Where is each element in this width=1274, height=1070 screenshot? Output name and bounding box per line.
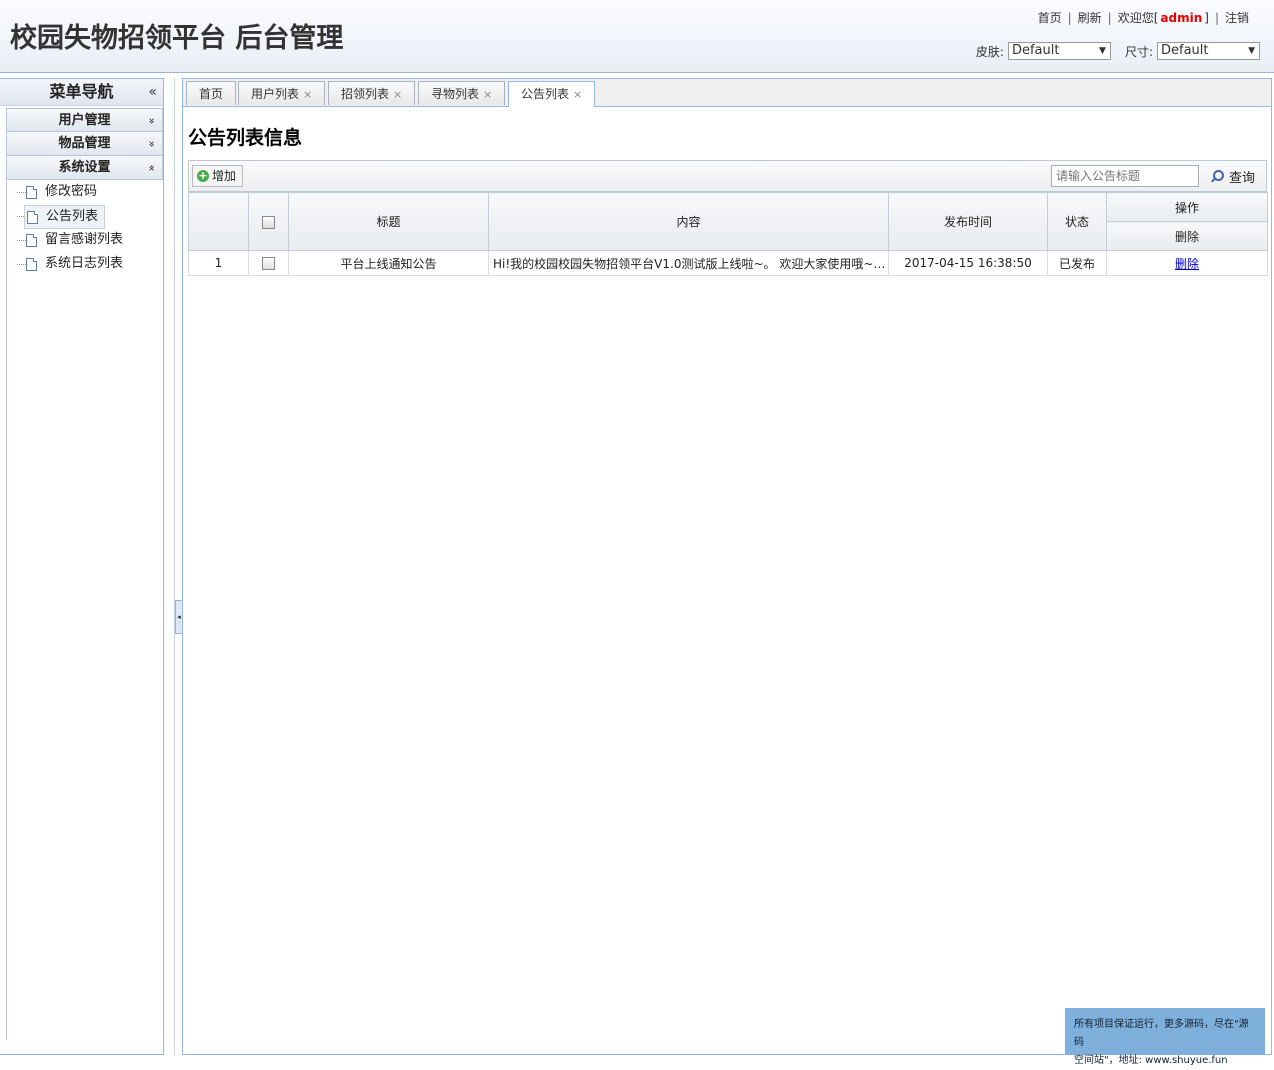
separator: | [1214,11,1219,25]
skin-label: 皮肤: [975,44,1004,59]
select-all-checkbox[interactable] [262,215,275,229]
tab-label: 招领列表 [341,87,390,101]
row-time: 2017-04-15 16:38:50 [888,250,1048,276]
sidebar-item-change-password[interactable]: 修改密码 [24,181,103,203]
collapse-sidebar-icon[interactable]: « [148,79,157,105]
divider [174,78,175,1055]
skin-value: Default [1011,43,1060,58]
logout-link[interactable]: 注销 [1225,11,1249,25]
home-link[interactable]: 首页 [1038,11,1062,25]
main-panel: 首页 用户列表× 招领列表× 寻物列表× 公告列表× 公告列表信息 + 增加 查… [182,78,1272,1055]
theme-row: 皮肤: Default ▼ 尺寸: Default ▼ [976,42,1260,60]
promo-line: 所有项目保证运行，更多源码，尽在"源码 [1074,1019,1249,1048]
ops-sub-header: 删除 [1106,221,1268,251]
notice-table: 标题 内容 发布时间 状态 操作 删除 1 平台上线通知公告 Hi!我的校园校园… [188,192,1268,276]
sidebar-item-label: 公告列表 [46,209,99,224]
settings-tree: 修改密码 公告列表 留言感谢列表 系统日志列表 [6,180,163,1040]
delete-link[interactable]: 删除 [1175,257,1199,271]
title-header[interactable]: 标题 [288,192,489,251]
close-icon[interactable]: × [573,88,582,101]
dropdown-arrow-icon: ▼ [1099,46,1106,56]
tab-notice-list[interactable]: 公告列表 × [508,81,596,107]
size-select[interactable]: Default ▼ [1157,42,1260,60]
sidebar-item-label: 修改密码 [45,184,98,199]
row-title: 平台上线通知公告 [288,250,489,276]
sidebar-item-thanks-list[interactable]: 留言感谢列表 [24,229,129,251]
close-icon[interactable]: × [303,88,312,101]
tab-claim-list[interactable]: 招领列表 × [328,81,416,105]
skin-select[interactable]: Default ▼ [1007,42,1111,60]
sidebar-item-notice-list[interactable]: 公告列表 [24,205,106,229]
table-row[interactable]: 1 平台上线通知公告 Hi!我的校园校园失物招领平台V1.0测试版上线啦~。 欢… [188,250,1268,276]
close-icon[interactable]: × [393,88,402,101]
grid-toolbar: + 增加 查询 [188,160,1267,192]
size-label: 尺寸: [1124,44,1153,59]
page-title: 公告列表信息 [188,127,303,149]
ops-header: 操作 [1106,192,1268,222]
menu-group-label: 物品管理 [58,136,111,151]
sidebar-item-label: 留言感谢列表 [45,232,124,247]
tab-lost-list[interactable]: 寻物列表 × [418,81,506,105]
promo-note: 所有项目保证运行，更多源码，尽在"源码 空间站"，地址: www.shuyue.… [1065,1008,1265,1066]
sidebar-item-log-list[interactable]: 系统日志列表 [24,253,129,275]
menu-group-item-management[interactable]: 物品管理 » [6,132,163,156]
dropdown-arrow-icon: ▼ [1248,46,1255,56]
row-checkbox[interactable] [262,257,275,270]
menu-group-label: 用户管理 [58,113,111,128]
index-header [188,192,249,251]
add-button[interactable]: + 增加 [192,165,244,187]
separator: | [1067,11,1072,25]
time-header[interactable]: 发布时间 [888,192,1048,251]
row-status: 已发布 [1047,250,1107,276]
document-icon [26,185,37,199]
select-all-header [248,192,289,251]
add-label: 增加 [212,169,237,183]
tab-user-list[interactable]: 用户列表 × [238,81,326,105]
refresh-link[interactable]: 刷新 [1078,11,1102,25]
tab-label: 寻物列表 [431,87,480,101]
tab-label: 用户列表 [251,87,300,101]
document-icon [27,210,38,224]
sidebar: 菜单导航 « 用户管理 » 物品管理 » 系统设置 « 修改密码 公告列表 留言… [0,78,164,1055]
menu-group-system-settings[interactable]: 系统设置 « [6,156,163,180]
search-label: 查询 [1229,171,1256,186]
welcome-prefix: 欢迎您[ [1117,11,1159,25]
expand-icon: » [145,117,159,125]
row-actions: 删除 [1106,250,1268,276]
menu-group-user-management[interactable]: 用户管理 » [6,108,163,132]
size-value: Default [1161,43,1209,58]
tab-label: 首页 [199,87,224,101]
close-icon[interactable]: × [483,88,492,101]
search-button[interactable]: 查询 [1213,167,1255,186]
row-index: 1 [188,250,249,276]
separator: | [1107,11,1112,25]
tab-bar: 首页 用户列表 × 招领列表 × 寻物列表 × 公告列表 × [183,79,1271,107]
document-icon [26,233,37,247]
tab-home[interactable]: 首页 [186,81,237,105]
row-select-cell [248,250,289,276]
welcome-suffix: ] [1204,11,1209,25]
sidebar-title: 菜单导航 [49,82,114,101]
tab-label: 公告列表 [521,87,570,101]
collapse-icon: « [145,164,159,172]
top-links: 首页 | 刷新 | 欢迎您[admin] | 注销 [1037,9,1250,26]
current-user: admin [1160,11,1203,25]
sidebar-header: 菜单导航 « [0,79,163,106]
plus-icon: + [197,169,209,182]
app-title: 校园失物招领平台 后台管理 [10,23,344,54]
app-header: 校园失物招领平台 后台管理 首页 | 刷新 | 欢迎您[admin] | 注销 皮肤: De… [0,0,1274,73]
menu-group-label: 系统设置 [58,160,111,175]
status-header[interactable]: 状态 [1047,192,1107,251]
search-input[interactable] [1051,165,1199,187]
document-icon [26,257,37,271]
sidebar-item-label: 系统日志列表 [45,256,124,271]
search-icon [1213,170,1224,181]
row-content: Hi!我的校园校园失物招领平台V1.0测试版上线啦~。 欢迎大家使用哦~~... [488,250,889,276]
expand-icon: » [145,140,159,148]
content-header[interactable]: 内容 [488,192,889,251]
